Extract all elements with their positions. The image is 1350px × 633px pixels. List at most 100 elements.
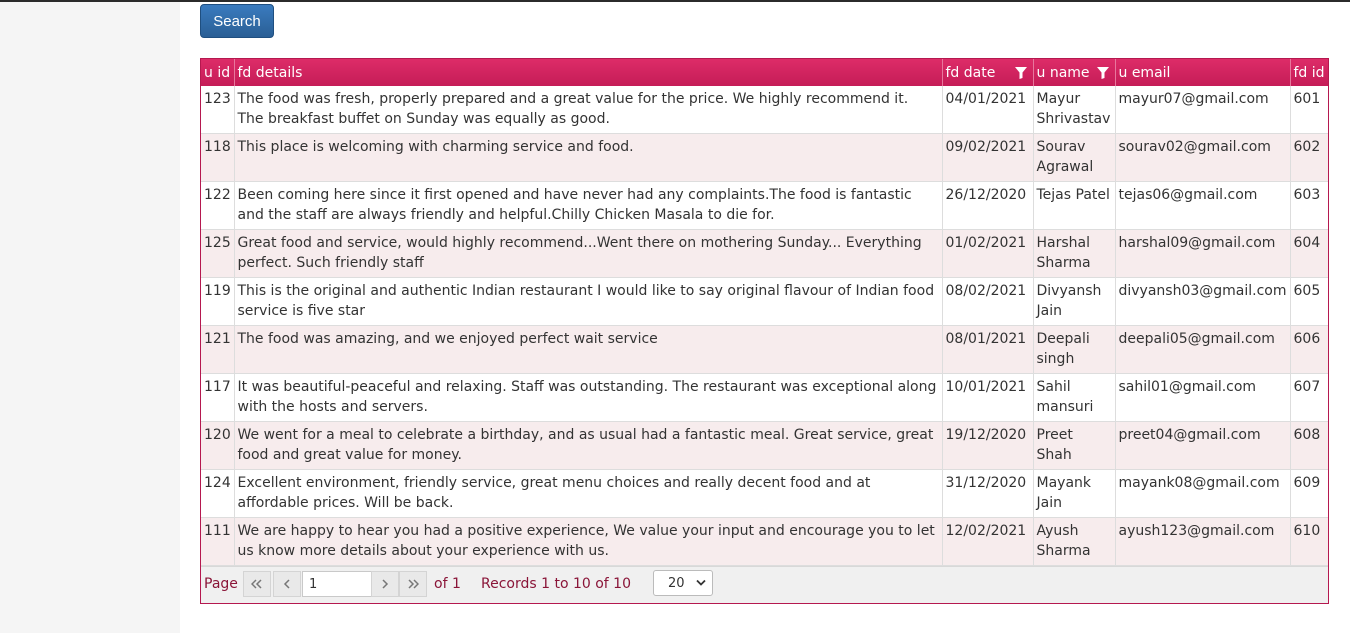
cell-u-name: Mayur Shrivastav [1033, 86, 1116, 134]
cell-u-id: 124 [201, 469, 235, 518]
cell-fd-date: 09/02/2021 [942, 133, 1034, 182]
top-border [0, 0, 1350, 2]
col-fd-date[interactable]: fd date [942, 59, 1034, 86]
page-label: Page [204, 576, 238, 592]
cell-fd-details: This is the original and authentic India… [234, 277, 943, 326]
cell-fd-id: 602 [1290, 133, 1328, 182]
cell-u-name: Deepali singh [1033, 325, 1116, 374]
first-page-button[interactable] [243, 571, 271, 597]
col-fd-details-label: fd details [237, 64, 303, 81]
cell-fd-id: 606 [1290, 325, 1328, 374]
feedback-table: u id fd details fd date u name u email f… [201, 59, 1328, 566]
col-u-name-label: u name [1036, 64, 1090, 81]
cell-u-id: 125 [201, 229, 235, 278]
cell-u-email: divyansh03@gmail.com [1115, 277, 1291, 326]
cell-u-email: sahil01@gmail.com [1115, 373, 1291, 422]
cell-u-name: Sahil mansuri [1033, 373, 1116, 422]
table-row[interactable]: 117 It was beautiful-peaceful and relaxi… [201, 373, 1328, 422]
sidebar [0, 2, 180, 633]
cell-u-email: mayank08@gmail.com [1115, 469, 1291, 518]
table-row[interactable]: 120 We went for a meal to celebrate a bi… [201, 421, 1328, 470]
col-u-id-label: u id [204, 64, 231, 81]
cell-fd-details: We went for a meal to celebrate a birthd… [234, 421, 943, 470]
col-u-name[interactable]: u name [1033, 59, 1116, 86]
col-fd-id[interactable]: fd id [1290, 59, 1328, 86]
search-button[interactable]: Search [200, 4, 274, 38]
col-u-id[interactable]: u id [201, 59, 235, 86]
page-count-label: of 1 [434, 576, 461, 592]
cell-u-name: Ayush Sharma [1033, 517, 1116, 566]
cell-u-name: Preet Shah [1033, 421, 1116, 470]
cell-u-name: Divyansh Jain [1033, 277, 1116, 326]
next-page-button[interactable] [371, 571, 399, 597]
cell-fd-details: Been coming here since it first opened a… [234, 181, 943, 230]
cell-fd-date: 08/01/2021 [942, 325, 1034, 374]
cell-u-email: mayur07@gmail.com [1115, 86, 1291, 134]
cell-u-email: sourav02@gmail.com [1115, 133, 1291, 182]
cell-fd-date: 04/01/2021 [942, 86, 1034, 134]
cell-fd-date: 12/02/2021 [942, 517, 1034, 566]
cell-u-name: Harshal Sharma [1033, 229, 1116, 278]
first-page-icon [251, 579, 262, 589]
page-size-select[interactable]: 20 [653, 570, 713, 596]
pager: Page of 1 Records 1 to 10 of 10 20 [201, 566, 1328, 603]
cell-fd-id: 601 [1290, 86, 1328, 134]
prev-page-icon [283, 579, 290, 589]
col-fd-details[interactable]: fd details [234, 59, 943, 86]
table-row[interactable]: 122 Been coming here since it first open… [201, 181, 1328, 230]
next-page-icon [382, 579, 389, 589]
cell-u-id: 118 [201, 133, 235, 182]
cell-u-id: 120 [201, 421, 235, 470]
cell-fd-details: We are happy to hear you had a positive … [234, 517, 943, 566]
chevron-down-icon [696, 579, 706, 586]
cell-u-id: 122 [201, 181, 235, 230]
cell-u-email: harshal09@gmail.com [1115, 229, 1291, 278]
cell-fd-details: Excellent environment, friendly service,… [234, 469, 943, 518]
cell-fd-id: 605 [1290, 277, 1328, 326]
table-row[interactable]: 111 We are happy to hear you had a posit… [201, 517, 1328, 566]
cell-u-email: deepali05@gmail.com [1115, 325, 1291, 374]
col-u-email[interactable]: u email [1115, 59, 1291, 86]
cell-fd-details: It was beautiful-peaceful and relaxing. … [234, 373, 943, 422]
cell-fd-date: 08/02/2021 [942, 277, 1034, 326]
table-row[interactable]: 119 This is the original and authentic I… [201, 277, 1328, 326]
filter-icon[interactable] [1014, 67, 1027, 79]
table-row[interactable]: 121 The food was amazing, and we enjoyed… [201, 325, 1328, 374]
table-row[interactable]: 125 Great food and service, would highly… [201, 229, 1328, 278]
cell-u-id: 111 [201, 517, 235, 566]
col-u-email-label: u email [1118, 64, 1171, 81]
cell-u-id: 119 [201, 277, 235, 326]
cell-u-id: 123 [201, 86, 235, 134]
table-row[interactable]: 118 This place is welcoming with charmin… [201, 133, 1328, 182]
records-label: Records 1 to 10 of 10 [481, 576, 632, 592]
cell-u-email: ayush123@gmail.com [1115, 517, 1291, 566]
data-grid: u id fd details fd date u name u email f… [200, 58, 1329, 604]
filter-icon[interactable] [1096, 67, 1109, 79]
col-fd-id-label: fd id [1293, 64, 1325, 81]
page-number-input[interactable] [302, 571, 373, 597]
cell-fd-id: 609 [1290, 469, 1328, 518]
cell-fd-id: 608 [1290, 421, 1328, 470]
cell-fd-date: 01/02/2021 [942, 229, 1034, 278]
cell-u-id: 117 [201, 373, 235, 422]
last-page-icon [408, 579, 419, 589]
cell-fd-details: The food was fresh, properly prepared an… [234, 86, 943, 134]
cell-u-name: Tejas Patel [1033, 181, 1116, 230]
prev-page-button[interactable] [273, 571, 301, 597]
cell-fd-id: 604 [1290, 229, 1328, 278]
col-fd-date-label: fd date [945, 64, 996, 81]
cell-fd-id: 603 [1290, 181, 1328, 230]
cell-fd-id: 610 [1290, 517, 1328, 566]
last-page-button[interactable] [399, 571, 427, 597]
cell-fd-date: 10/01/2021 [942, 373, 1034, 422]
cell-fd-date: 31/12/2020 [942, 469, 1034, 518]
header-row: u id fd details fd date u name u email f… [201, 59, 1328, 86]
table-row[interactable]: 124 Excellent environment, friendly serv… [201, 469, 1328, 518]
table-row[interactable]: 123 The food was fresh, properly prepare… [201, 86, 1328, 134]
cell-fd-id: 607 [1290, 373, 1328, 422]
cell-fd-details: Great food and service, would highly rec… [234, 229, 943, 278]
cell-u-name: Sourav Agrawal [1033, 133, 1116, 182]
cell-fd-details: The food was amazing, and we enjoyed per… [234, 325, 943, 374]
cell-fd-date: 26/12/2020 [942, 181, 1034, 230]
cell-u-id: 121 [201, 325, 235, 374]
